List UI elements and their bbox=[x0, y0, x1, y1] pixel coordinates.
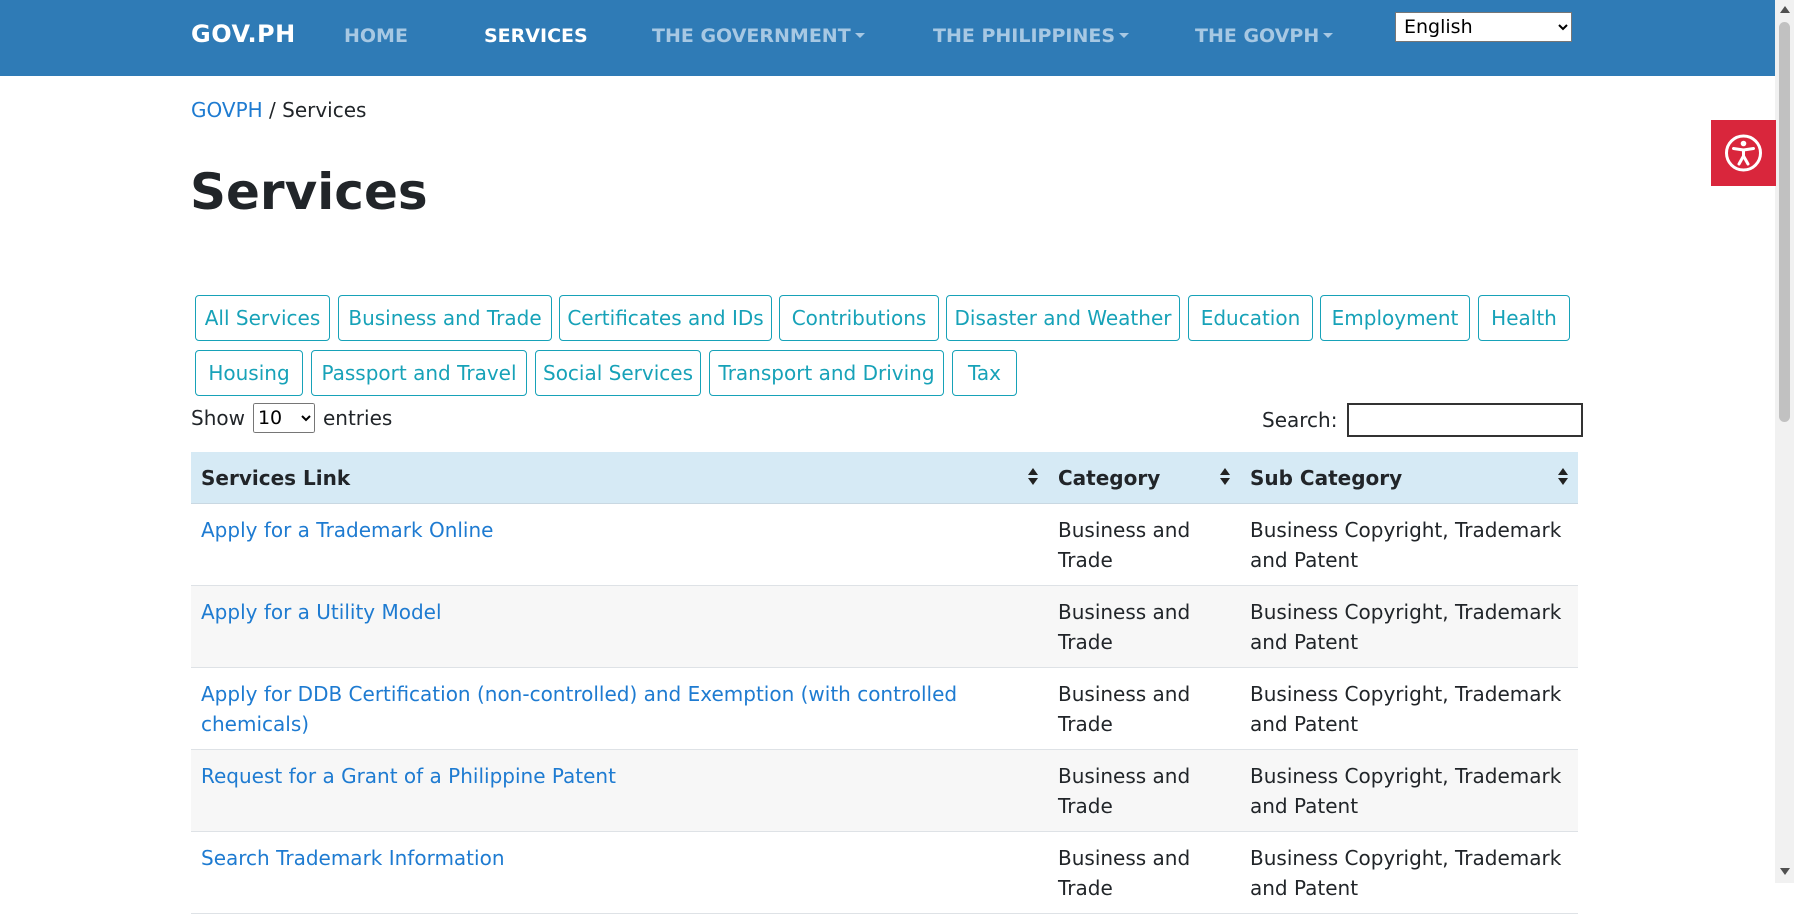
filter-business-and-trade-button[interactable]: Business and Trade bbox=[338, 295, 552, 341]
filter-social-services-button[interactable]: Social Services bbox=[535, 350, 701, 396]
table-row: Apply for a Utility Model Business and T… bbox=[191, 586, 1578, 668]
caret-down-icon bbox=[1323, 32, 1334, 38]
header-category-label: Category bbox=[1058, 465, 1161, 490]
show-label: Show bbox=[191, 406, 245, 430]
cell-services-link: Search Trademark Information bbox=[191, 832, 1048, 913]
search-label: Search: bbox=[1262, 408, 1338, 432]
accessibility-icon bbox=[1725, 134, 1762, 172]
nav-the-govph-label: THE GOVPH bbox=[1195, 25, 1320, 47]
cell-category: Business and Trade bbox=[1058, 682, 1191, 736]
filter-housing-button[interactable]: Housing bbox=[195, 350, 303, 396]
breadcrumb-separator: / bbox=[262, 98, 283, 122]
nav-the-philippines[interactable]: THE PHILIPPINES bbox=[933, 25, 1130, 47]
caret-down-icon bbox=[854, 32, 865, 38]
entries-select[interactable]: 10 bbox=[252, 403, 315, 433]
search-input[interactable] bbox=[1347, 403, 1584, 437]
language-select[interactable]: English bbox=[1395, 12, 1572, 42]
filter-health-button[interactable]: Health bbox=[1478, 295, 1570, 341]
page-scrollbar[interactable] bbox=[1775, 0, 1794, 883]
nav-the-government-label: THE GOVERNMENT bbox=[652, 25, 851, 47]
service-link[interactable]: Apply for DDB Certification (non-control… bbox=[201, 682, 957, 736]
sort-icon bbox=[1220, 468, 1230, 486]
nav-the-government[interactable]: THE GOVERNMENT bbox=[652, 25, 865, 47]
cell-sub-category: Business Copyright, Trademark and Patent bbox=[1250, 518, 1562, 572]
services-table: Services Link Category Sub Category Appl… bbox=[191, 452, 1578, 914]
table-row: Apply for DDB Certification (non-control… bbox=[191, 668, 1578, 750]
header-sub-category-label: Sub Category bbox=[1250, 465, 1403, 490]
breadcrumb-current: Services bbox=[282, 98, 367, 122]
service-link[interactable]: Request for a Grant of a Philippine Pate… bbox=[201, 764, 616, 788]
cell-category: Business and Trade bbox=[1058, 518, 1191, 572]
cell-category: Business and Trade bbox=[1058, 764, 1191, 818]
filter-contributions-button[interactable]: Contributions bbox=[779, 295, 939, 341]
table-row: Apply for a Trademark Online Business an… bbox=[191, 504, 1578, 586]
header-sub-category[interactable]: Sub Category bbox=[1240, 452, 1578, 503]
table-row: Request for a Grant of a Philippine Pate… bbox=[191, 750, 1578, 832]
service-link[interactable]: Apply for a Trademark Online bbox=[201, 518, 493, 542]
table-header: Services Link Category Sub Category bbox=[191, 452, 1578, 504]
table-row: Search Trademark Information Business an… bbox=[191, 832, 1578, 914]
scroll-thumb[interactable] bbox=[1779, 22, 1790, 422]
nav-home[interactable]: HOME bbox=[344, 25, 408, 47]
service-link[interactable]: Apply for a Utility Model bbox=[201, 600, 442, 624]
header-services-link-label: Services Link bbox=[201, 465, 351, 490]
breadcrumb-govph-link[interactable]: GOVPH bbox=[191, 98, 263, 122]
filter-all-services-button[interactable]: All Services bbox=[195, 295, 330, 341]
header-services-link[interactable]: Services Link bbox=[191, 452, 1048, 503]
entries-label: entries bbox=[322, 406, 393, 430]
show-entries-control: Show 10 entries bbox=[191, 403, 392, 433]
caret-down-icon bbox=[1119, 32, 1130, 38]
cell-services-link: Apply for a Trademark Online bbox=[191, 504, 1048, 585]
cell-services-link: Request for a Grant of a Philippine Pate… bbox=[191, 750, 1048, 831]
sort-icon bbox=[1028, 468, 1038, 486]
nav-the-govph[interactable]: THE GOVPH bbox=[1195, 25, 1334, 47]
scroll-up-arrow-icon[interactable] bbox=[1780, 6, 1790, 13]
brand-logo[interactable]: GOV.PH bbox=[191, 20, 296, 48]
filter-certificates-and-ids-button[interactable]: Certificates and IDs bbox=[559, 295, 772, 341]
filter-employment-button[interactable]: Employment bbox=[1320, 295, 1470, 341]
service-link[interactable]: Search Trademark Information bbox=[201, 846, 505, 870]
cell-services-link: Apply for a Utility Model bbox=[191, 586, 1048, 667]
cell-sub-category: Business Copyright, Trademark and Patent bbox=[1250, 764, 1562, 818]
top-navbar: GOV.PH HOME SERVICES THE GOVERNMENT THE … bbox=[0, 0, 1775, 76]
filter-transport-and-driving-button[interactable]: Transport and Driving bbox=[709, 350, 944, 396]
filter-passport-and-travel-button[interactable]: Passport and Travel bbox=[311, 350, 527, 396]
nav-the-philippines-label: THE PHILIPPINES bbox=[933, 25, 1116, 47]
breadcrumb: GOVPH / Services bbox=[191, 98, 366, 122]
cell-sub-category: Business Copyright, Trademark and Patent bbox=[1250, 846, 1562, 900]
filter-education-button[interactable]: Education bbox=[1188, 295, 1313, 341]
accessibility-button[interactable] bbox=[1711, 120, 1776, 186]
table-search: Search: bbox=[1262, 403, 1584, 437]
nav-services-label: SERVICES bbox=[484, 25, 588, 47]
page-title: Services bbox=[190, 163, 428, 221]
nav-home-label: HOME bbox=[344, 25, 408, 47]
filter-disaster-and-weather-button[interactable]: Disaster and Weather bbox=[946, 295, 1180, 341]
cell-sub-category: Business Copyright, Trademark and Patent bbox=[1250, 682, 1562, 736]
nav-services[interactable]: SERVICES bbox=[484, 25, 588, 47]
filter-tax-button[interactable]: Tax bbox=[952, 350, 1017, 396]
cell-services-link: Apply for DDB Certification (non-control… bbox=[191, 668, 1048, 749]
scroll-down-arrow-icon[interactable] bbox=[1780, 868, 1790, 875]
cell-category: Business and Trade bbox=[1058, 846, 1191, 900]
cell-category: Business and Trade bbox=[1058, 600, 1191, 654]
header-category[interactable]: Category bbox=[1048, 452, 1240, 503]
cell-sub-category: Business Copyright, Trademark and Patent bbox=[1250, 600, 1562, 654]
sort-icon bbox=[1558, 468, 1568, 486]
